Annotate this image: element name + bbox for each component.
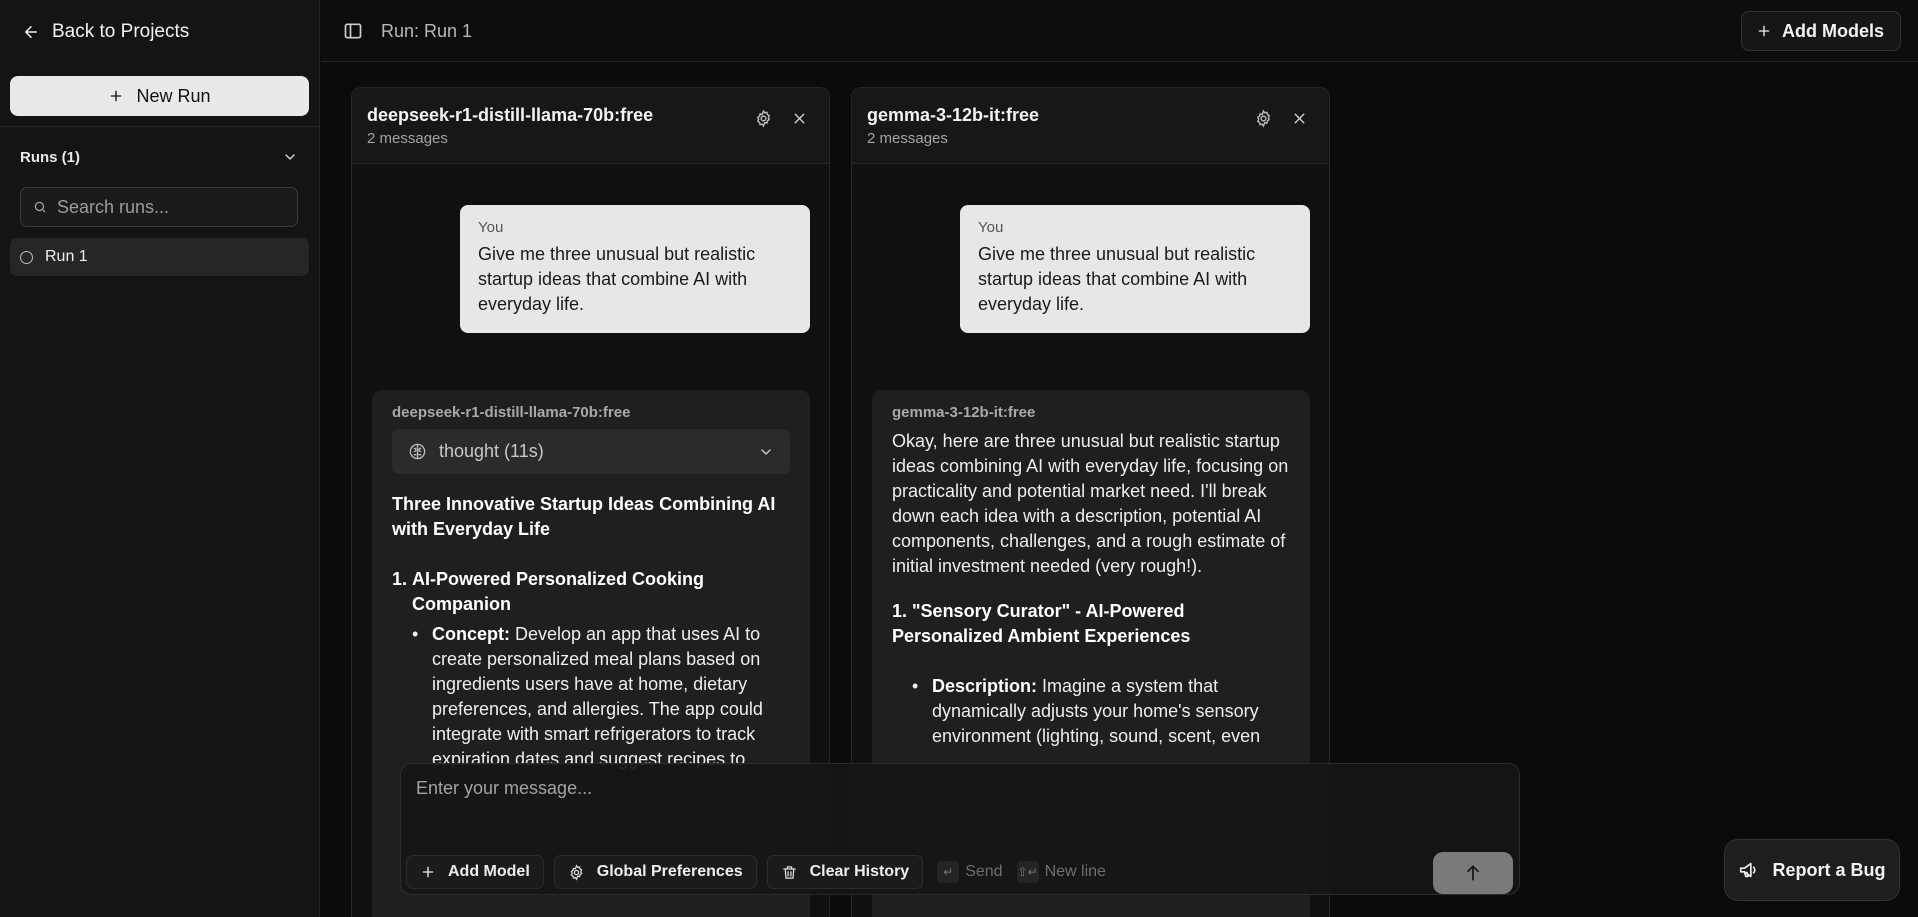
- send-button[interactable]: [1433, 852, 1513, 894]
- run-status-circle-icon: [20, 250, 33, 264]
- bullet-label: Description:: [932, 676, 1038, 696]
- runs-header: Runs (1): [20, 148, 80, 166]
- divider: [0, 126, 320, 127]
- search-box: [20, 187, 298, 227]
- gear-icon: [1256, 108, 1270, 128]
- user-message-text: Give me three unusual but realistic star…: [478, 244, 756, 314]
- page-title: Run: Run 1: [381, 21, 473, 41]
- sidebar-panel-icon: [344, 23, 362, 39]
- panel-model-name: gemma-3-12b-it:free: [867, 105, 1040, 125]
- message-composer: Add Model Global Preferences Clear Histo…: [400, 763, 1520, 895]
- panel-message-count: 2 messages: [367, 130, 448, 147]
- bullet-item: • Concept: Develop an app that uses AI t…: [412, 622, 790, 772]
- list-item-title: AI-Powered Personalized Cooking Companio…: [412, 569, 705, 614]
- user-message: You Give me three unusual but realistic …: [460, 205, 810, 333]
- user-message-author: You: [978, 219, 1004, 236]
- gear-icon: [756, 108, 770, 128]
- sidebar: Back to Projects New Run Runs (1) Run 1: [0, 0, 320, 917]
- gear-icon: [570, 863, 583, 881]
- user-message-text: Give me three unusual but realistic star…: [978, 244, 1256, 314]
- arrow-up-icon: [1467, 865, 1479, 881]
- list-item-number: 1.: [392, 569, 408, 589]
- chevron-down-icon: [285, 154, 295, 160]
- newline-shortcut-hint: ⇧↵ New line: [1016, 861, 1106, 883]
- new-run-label: New Run: [136, 85, 211, 106]
- send-shortcut-hint: ↵ Send: [937, 861, 1003, 883]
- bullet-text: Develop an app that uses AI to create pe…: [432, 624, 763, 769]
- assistant-message-model: deepseek-r1-distill-llama-70b:free: [392, 404, 631, 421]
- bullet-item: • Description: Imagine a system that dyn…: [912, 674, 1290, 749]
- thought-toggle[interactable]: thought (11s): [392, 429, 790, 474]
- megaphone-icon: [1740, 862, 1757, 878]
- panel-model-name: deepseek-r1-distill-llama-70b:free: [367, 105, 654, 125]
- list-item: 1. AI-Powered Personalized Cooking Compa…: [392, 567, 790, 617]
- panel-message-count: 2 messages: [867, 130, 948, 147]
- clear-history-label: Clear History: [809, 863, 910, 880]
- panel-settings-button[interactable]: [1253, 108, 1273, 128]
- shift-enter-key-icon: ⇧↵: [1016, 861, 1039, 883]
- bullet-dot: •: [412, 624, 419, 644]
- clear-history-button[interactable]: Clear History: [766, 855, 924, 889]
- new-run-button[interactable]: New Run: [10, 76, 309, 116]
- panel-header: gemma-3-12b-it:free 2 messages: [852, 88, 1329, 164]
- plus-icon: [422, 866, 434, 878]
- newline-hint-label: New line: [1044, 863, 1106, 880]
- global-preferences-label: Global Preferences: [596, 863, 743, 880]
- add-model-label: Add Model: [448, 863, 530, 880]
- back-to-projects-link[interactable]: Back to Projects: [22, 20, 189, 44]
- search-icon: [34, 201, 46, 213]
- chevron-down-icon: [761, 448, 771, 455]
- top-bar: Run: Run 1 Add Models: [321, 0, 1918, 62]
- report-bug-button[interactable]: Report a Bug: [1724, 839, 1900, 901]
- panel-settings-button[interactable]: [753, 108, 773, 128]
- sidebar-toggle-button[interactable]: [343, 21, 363, 46]
- close-icon: [794, 113, 804, 123]
- add-models-label: Add Models: [1782, 20, 1884, 41]
- add-models-button[interactable]: Add Models: [1741, 11, 1901, 51]
- trash-icon: [782, 865, 796, 879]
- user-message: You Give me three unusual but realistic …: [960, 205, 1310, 333]
- assistant-message-model: gemma-3-12b-it:free: [892, 404, 1036, 421]
- runs-section-toggle[interactable]: Runs (1): [20, 146, 298, 168]
- response-intro: Okay, here are three unusual but realist…: [892, 431, 1289, 576]
- arrow-left-icon: [25, 26, 37, 38]
- run-item-label: Run 1: [45, 248, 88, 265]
- bullet-dot: •: [912, 676, 919, 696]
- global-preferences-button[interactable]: Global Preferences: [553, 855, 757, 889]
- run-item-run-1[interactable]: Run 1: [10, 238, 309, 276]
- plus-icon: [111, 90, 122, 102]
- message-input[interactable]: [416, 778, 1496, 818]
- close-icon: [1294, 113, 1304, 123]
- user-message-author: You: [478, 219, 504, 236]
- add-model-button[interactable]: Add Model: [406, 855, 544, 889]
- enter-key-icon: ↵: [937, 861, 960, 883]
- bullet-label: Concept:: [432, 624, 510, 644]
- response-heading: Three Innovative Startup Ideas Combining…: [392, 494, 776, 539]
- panel-close-button[interactable]: [1289, 108, 1309, 128]
- panel-header: deepseek-r1-distill-llama-70b:free 2 mes…: [352, 88, 829, 164]
- response-section-heading: 1. "Sensory Curator" - AI-Powered Person…: [892, 601, 1191, 646]
- send-hint-label: Send: [965, 863, 1003, 880]
- report-bug-label: Report a Bug: [1772, 859, 1886, 880]
- plus-icon: [1758, 25, 1770, 37]
- brain-icon: [409, 443, 426, 460]
- thought-label: thought (11s): [439, 441, 544, 461]
- back-label: Back to Projects: [52, 21, 190, 42]
- panel-close-button[interactable]: [789, 108, 809, 128]
- search-runs-input[interactable]: [57, 196, 277, 218]
